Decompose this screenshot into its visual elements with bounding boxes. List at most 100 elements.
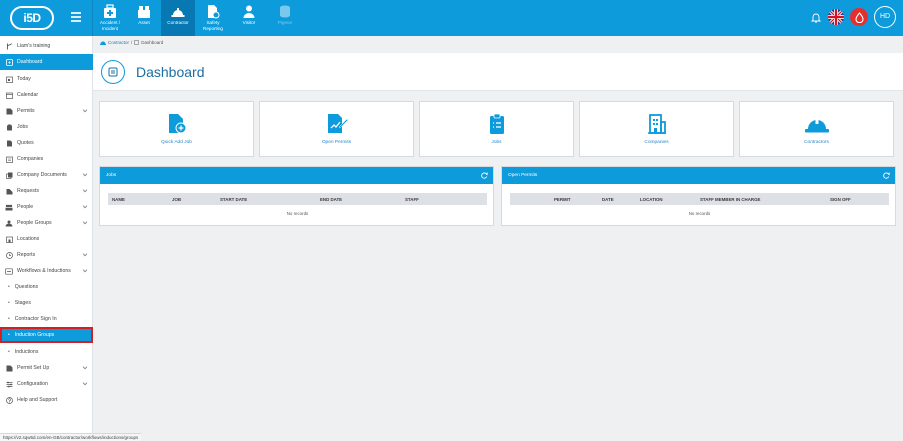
- chevron-down-icon: [82, 187, 88, 193]
- sidebar-item-label: Induction Groups: [14, 332, 55, 338]
- building-icon: [647, 114, 666, 134]
- sidebar-item-people-groups[interactable]: People Groups: [0, 215, 93, 231]
- sidebar-item-permit-set-up[interactable]: Permit Set Up: [0, 360, 93, 376]
- open-permits-panel: Open Permits PERMIT DATE LOCATION STAFF …: [501, 166, 896, 226]
- bullet-icon: •: [8, 284, 10, 290]
- column-header[interactable]: LOCATION: [640, 197, 663, 202]
- sidebar-item-today[interactable]: Today: [0, 71, 93, 87]
- jobs-clipboard-icon: [489, 113, 504, 134]
- column-header[interactable]: START DATE: [220, 197, 247, 202]
- sidebar-item-locations[interactable]: Locations: [0, 231, 93, 247]
- branch-icon: [5, 42, 13, 50]
- sidebar-item-configuration[interactable]: Configuration: [0, 376, 93, 392]
- sidebar-item-label: Help and Support: [17, 397, 58, 403]
- reports-icon: [5, 251, 13, 259]
- alert-drop-icon[interactable]: [850, 8, 868, 26]
- menu-toggle-icon[interactable]: [71, 12, 81, 24]
- bullet-icon: •: [8, 332, 10, 338]
- sidebar-item-permits[interactable]: Permits: [0, 103, 93, 119]
- add-job-icon: [168, 114, 186, 134]
- column-header[interactable]: STAFF: [405, 197, 419, 202]
- chevron-down-icon: [82, 107, 88, 113]
- tile-label: Companies: [644, 140, 669, 145]
- sidebar-subitem-questions[interactable]: • Questions: [0, 279, 93, 295]
- tenant-switcher[interactable]: Liam's training: [0, 38, 93, 54]
- refresh-icon[interactable]: [883, 172, 890, 179]
- empty-state-text: No records: [286, 211, 309, 216]
- hard-hat-icon: [171, 8, 185, 17]
- bullet-icon: •: [8, 316, 10, 322]
- sidebar-item-calendar[interactable]: Calendar: [0, 87, 93, 103]
- module-visitor[interactable]: Visitor: [231, 0, 267, 36]
- sidebar-subitem-inductions[interactable]: • Inductions: [0, 344, 93, 360]
- empty-state-text: No records: [688, 211, 711, 216]
- top-right-actions: HD: [810, 6, 896, 28]
- app-logo[interactable]: i5D: [10, 6, 54, 30]
- module-switcher: Accident / Incident Asset Contractor Saf…: [93, 0, 303, 36]
- sidebar-item-label: Company Documents: [17, 172, 67, 178]
- sidebar-item-people[interactable]: People: [0, 199, 93, 215]
- sidebar-item-workflows[interactable]: Workflows & Inductions: [0, 263, 93, 279]
- module-accident-incident[interactable]: Accident / Incident: [93, 0, 127, 36]
- column-header[interactable]: DATE: [602, 197, 614, 202]
- refresh-icon[interactable]: [481, 172, 488, 179]
- sidebar-item-requests[interactable]: Requests: [0, 183, 93, 199]
- module-safety-reporting[interactable]: Safety Reporting: [195, 0, 231, 36]
- sidebar-item-label: Reports: [17, 252, 36, 258]
- configuration-icon: [5, 381, 13, 388]
- column-header[interactable]: PERMIT: [554, 197, 571, 202]
- module-contractor[interactable]: Contractor: [161, 0, 195, 36]
- sidebar-item-label: People Groups: [17, 220, 52, 226]
- safety-report-icon: [208, 5, 220, 19]
- sidebar-subitem-contractor-sign-in[interactable]: • Contractor Sign In: [0, 311, 93, 327]
- panel-title: Open Permits: [508, 173, 538, 178]
- sidebar-subitem-stages[interactable]: • Stages: [0, 295, 93, 311]
- column-header[interactable]: END DATE: [320, 197, 342, 202]
- calendar-icon: [5, 92, 13, 99]
- sidebar-item-companies[interactable]: Companies: [0, 151, 93, 167]
- sidebar-item-company-documents[interactable]: Company Documents: [0, 167, 93, 183]
- tile-contractors[interactable]: Contractors: [739, 101, 894, 157]
- sidebar-item-jobs[interactable]: Jobs: [0, 119, 93, 135]
- module-label: Asset: [138, 20, 150, 25]
- tile-open-permits[interactable]: Open Permits: [259, 101, 414, 157]
- companies-icon: [5, 156, 13, 163]
- sidebar-item-quotes[interactable]: Quotes: [0, 135, 93, 151]
- people-icon: [5, 204, 13, 211]
- sidebar-item-reports[interactable]: Reports: [0, 247, 93, 263]
- module-label: Pigeon: [277, 20, 293, 25]
- sidebar-item-label: Jobs: [17, 124, 28, 130]
- sidebar-item-label: Questions: [14, 284, 39, 290]
- quotes-icon: [5, 140, 13, 147]
- column-header[interactable]: NAME: [112, 197, 125, 202]
- sidebar-item-label: Permit Set Up: [17, 365, 50, 371]
- tile-companies[interactable]: Companies: [579, 101, 734, 157]
- module-asset[interactable]: Asset: [127, 0, 161, 36]
- help-icon: [5, 396, 13, 404]
- column-header[interactable]: SIGN OFF: [830, 197, 851, 202]
- module-label: Accident / Incident: [99, 20, 121, 31]
- sidebar-item-dashboard[interactable]: Dashboard: [0, 54, 93, 70]
- breadcrumb-current: Dashboard: [141, 40, 164, 45]
- column-header[interactable]: STAFF MEMBER IN CHARGE: [700, 197, 760, 202]
- tile-jobs[interactable]: Jobs: [419, 101, 574, 157]
- chevron-down-icon: [82, 203, 88, 209]
- tile-label: Open Permits: [321, 140, 352, 145]
- sidebar-item-label: Stages: [14, 300, 31, 306]
- page-header: Dashboard: [93, 53, 903, 91]
- chevron-down-icon: [82, 219, 88, 225]
- tenant-name: Liam's training: [17, 43, 51, 49]
- browser-status-url: https://v2.sqw5d.com/en-GB/contractor/wo…: [0, 433, 142, 441]
- breadcrumb-separator: /: [131, 40, 133, 45]
- module-pigeon: Pigeon: [267, 0, 303, 36]
- breadcrumb-root[interactable]: Contractor: [108, 40, 129, 45]
- uk-flag-icon[interactable]: [828, 9, 844, 25]
- sidebar-subitem-induction-groups[interactable]: • Induction Groups: [0, 327, 93, 343]
- sidebar-item-help[interactable]: Help and Support: [0, 392, 93, 408]
- bell-icon[interactable]: [810, 10, 822, 24]
- tile-quick-add-job[interactable]: Quick Add Job: [99, 101, 254, 157]
- user-avatar[interactable]: HD: [874, 6, 896, 28]
- sidebar-item-label: Quotes: [17, 140, 34, 146]
- column-header[interactable]: JOB: [172, 197, 181, 202]
- bullet-icon: •: [8, 300, 10, 306]
